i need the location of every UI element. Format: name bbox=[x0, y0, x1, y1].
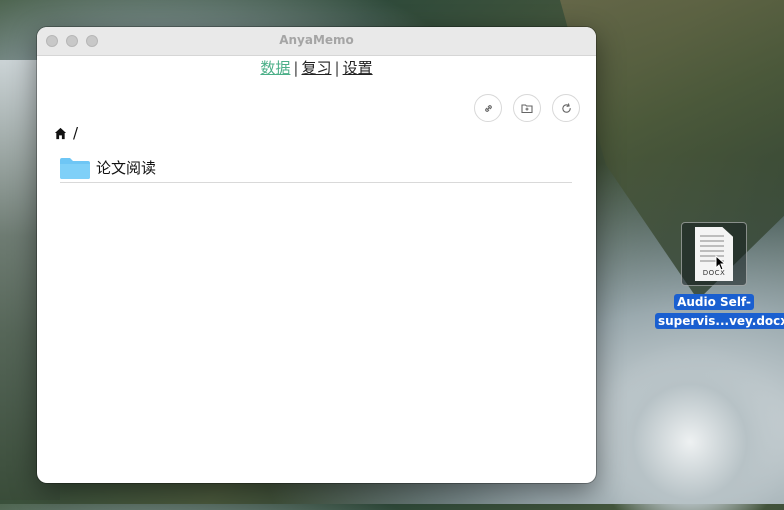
link-button[interactable] bbox=[474, 94, 502, 122]
folder-icon bbox=[60, 157, 90, 179]
docx-file-icon: DOCX bbox=[695, 227, 733, 281]
link-icon bbox=[484, 104, 492, 112]
breadcrumb: / bbox=[54, 124, 78, 142]
refresh-button[interactable] bbox=[552, 94, 580, 122]
file-icon-frame: DOCX bbox=[681, 222, 747, 286]
folder-row[interactable]: 论文阅读 bbox=[60, 153, 572, 183]
refresh-icon bbox=[561, 102, 571, 113]
file-type-label: DOCX bbox=[702, 269, 726, 277]
home-icon[interactable] bbox=[54, 127, 67, 140]
folder-name: 论文阅读 bbox=[96, 159, 157, 177]
nav-settings[interactable]: 设置 bbox=[343, 59, 373, 77]
desktop-file-label: Audio Self- supervis...vey.docx bbox=[655, 291, 784, 329]
new-folder-button[interactable] bbox=[513, 94, 541, 122]
folder-plus-icon bbox=[521, 103, 533, 113]
desktop-file-docx[interactable]: DOCX Audio Self- supervis...vey.docx bbox=[655, 222, 784, 329]
app-window: AnyaMemo 数据 | 复习 | 设置 / 论文阅读 bbox=[37, 27, 596, 483]
desktop-wallpaper-cloud bbox=[590, 340, 784, 510]
window-title: AnyaMemo bbox=[279, 33, 354, 47]
nav-separator: | bbox=[293, 59, 299, 77]
nav-review[interactable]: 复习 bbox=[301, 59, 331, 77]
title-bar[interactable]: AnyaMemo bbox=[37, 27, 596, 56]
breadcrumb-path: / bbox=[73, 124, 79, 142]
nav-separator: | bbox=[334, 59, 340, 77]
nav-data[interactable]: 数据 bbox=[260, 59, 290, 77]
top-nav: 数据 | 复习 | 设置 bbox=[37, 57, 596, 78]
file-name-line-1: Audio Self- bbox=[674, 294, 754, 310]
file-name-line-2: supervis...vey.docx bbox=[655, 313, 784, 329]
mouse-pointer-icon bbox=[715, 255, 726, 271]
toolbar bbox=[474, 94, 580, 122]
